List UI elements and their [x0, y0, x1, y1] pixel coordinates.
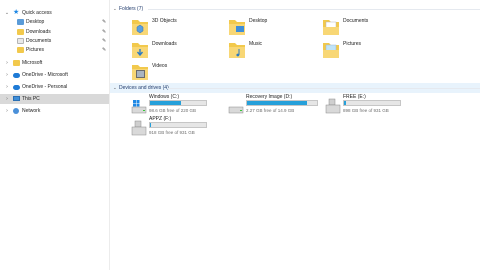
nav-item-onedrive-microsoft[interactable]: › OneDrive - Microsoft: [0, 70, 109, 80]
3d-objects-folder-icon: [132, 20, 148, 35]
onedrive-cloud-icon: [13, 85, 20, 90]
drive-usage-fill: [344, 101, 347, 105]
chevron-right-icon[interactable]: ›: [4, 94, 10, 104]
drive-free-space: 2.27 GB free of 14.9 GB: [246, 108, 295, 113]
pictures-folder-icon: [17, 47, 24, 53]
drive-usage-bar: [343, 100, 401, 106]
drive-usage-bar: [149, 122, 207, 128]
chevron-right-icon[interactable]: ›: [4, 70, 10, 80]
folder-tile-pictures[interactable]: Pictures: [322, 40, 402, 62]
downloads-folder-icon: [132, 43, 148, 58]
pin-icon: ✎: [102, 19, 107, 25]
pictures-folder-icon: [323, 43, 339, 58]
drive-usage-fill: [150, 101, 181, 105]
nav-item-label: Desktop: [26, 19, 45, 25]
folders-group-title: Folders (7): [119, 6, 144, 12]
drive-usage-bar: [246, 100, 318, 106]
drive-usage-fill: [247, 101, 307, 105]
nav-item-pictures[interactable]: Pictures ✎: [0, 45, 109, 55]
nav-item-label: This PC: [22, 96, 40, 102]
drive-icon: [228, 106, 244, 114]
documents-folder-icon: [323, 20, 339, 35]
chevron-right-icon[interactable]: ›: [4, 58, 10, 68]
folder-label: Music: [249, 41, 263, 47]
folder-label: Pictures: [343, 41, 362, 47]
drive-usage-bar: [149, 100, 207, 106]
navigation-pane: ⌄ ★ Quick access Desktop ✎ Downloads ✎ D…: [0, 0, 109, 270]
drive-free-space: 918 GB free of 931 GB: [149, 130, 195, 135]
network-icon: [13, 108, 19, 114]
downloads-folder-icon: [17, 29, 24, 35]
computer-icon: [13, 96, 20, 101]
nav-item-this-pc[interactable]: › This PC: [0, 94, 109, 104]
star-icon: ★: [13, 9, 20, 16]
folder-tile-videos[interactable]: Videos: [131, 62, 211, 84]
windows-drive-icon: [131, 100, 147, 114]
nav-item-label: OneDrive - Microsoft: [22, 72, 68, 78]
videos-folder-icon: [132, 65, 148, 80]
folder-label: 3D Objects: [152, 18, 177, 24]
desktop-folder-icon: [17, 19, 24, 25]
documents-folder-icon: [17, 38, 24, 44]
nav-item-label: OneDrive - Personal: [22, 84, 68, 90]
nav-item-onedrive-personal[interactable]: › OneDrive - Personal: [0, 82, 109, 92]
music-folder-icon: [229, 43, 245, 58]
folders-group-header[interactable]: ⌄ Folders (7): [113, 5, 143, 13]
nav-item-label: Pictures: [26, 47, 45, 53]
nav-item-network[interactable]: › Network: [0, 106, 109, 116]
drive-usage-fill: [150, 123, 152, 127]
drive-tile-free-e[interactable]: FREE (E:) 898 GB free of 931 GB: [325, 94, 445, 118]
desktop-folder-icon: [229, 20, 245, 35]
folder-label: Videos: [152, 63, 168, 69]
drives-group-header[interactable]: ⌄ Devices and drives (4): [113, 84, 169, 92]
drives-group-title: Devices and drives (4): [119, 85, 169, 91]
usb-drive-icon: [131, 120, 147, 136]
onedrive-cloud-icon: [13, 73, 20, 78]
nav-item-desktop[interactable]: Desktop ✎: [0, 17, 109, 27]
pin-icon: ✎: [102, 47, 107, 53]
folder-label: Downloads: [152, 41, 177, 47]
folder-tile-documents[interactable]: Documents: [322, 17, 402, 39]
folder-icon: [13, 60, 20, 66]
folder-tile-3d-objects[interactable]: 3D Objects: [131, 17, 211, 39]
nav-item-label: Microsoft: [22, 60, 43, 66]
drive-free-space: 98.6 GB free of 220 GB: [149, 108, 197, 113]
drive-tile-appz-f[interactable]: APPZ (F:) 918 GB free of 931 GB: [131, 116, 251, 140]
chevron-right-icon[interactable]: ›: [4, 106, 10, 116]
folder-tile-downloads[interactable]: Downloads: [131, 40, 211, 62]
nav-item-label: Network: [22, 108, 41, 114]
group-divider: [168, 88, 480, 89]
usb-drive-icon: [325, 98, 341, 114]
group-divider: [148, 9, 480, 10]
folder-tile-desktop[interactable]: Desktop: [228, 17, 308, 39]
drive-free-space: 898 GB free of 931 GB: [343, 108, 389, 113]
pane-divider[interactable]: [109, 0, 110, 270]
folder-label: Desktop: [249, 18, 268, 24]
nav-item-microsoft[interactable]: › Microsoft: [0, 58, 109, 68]
folder-label: Documents: [343, 18, 369, 24]
chevron-right-icon[interactable]: ›: [4, 82, 10, 92]
folder-tile-music[interactable]: Music: [228, 40, 308, 62]
